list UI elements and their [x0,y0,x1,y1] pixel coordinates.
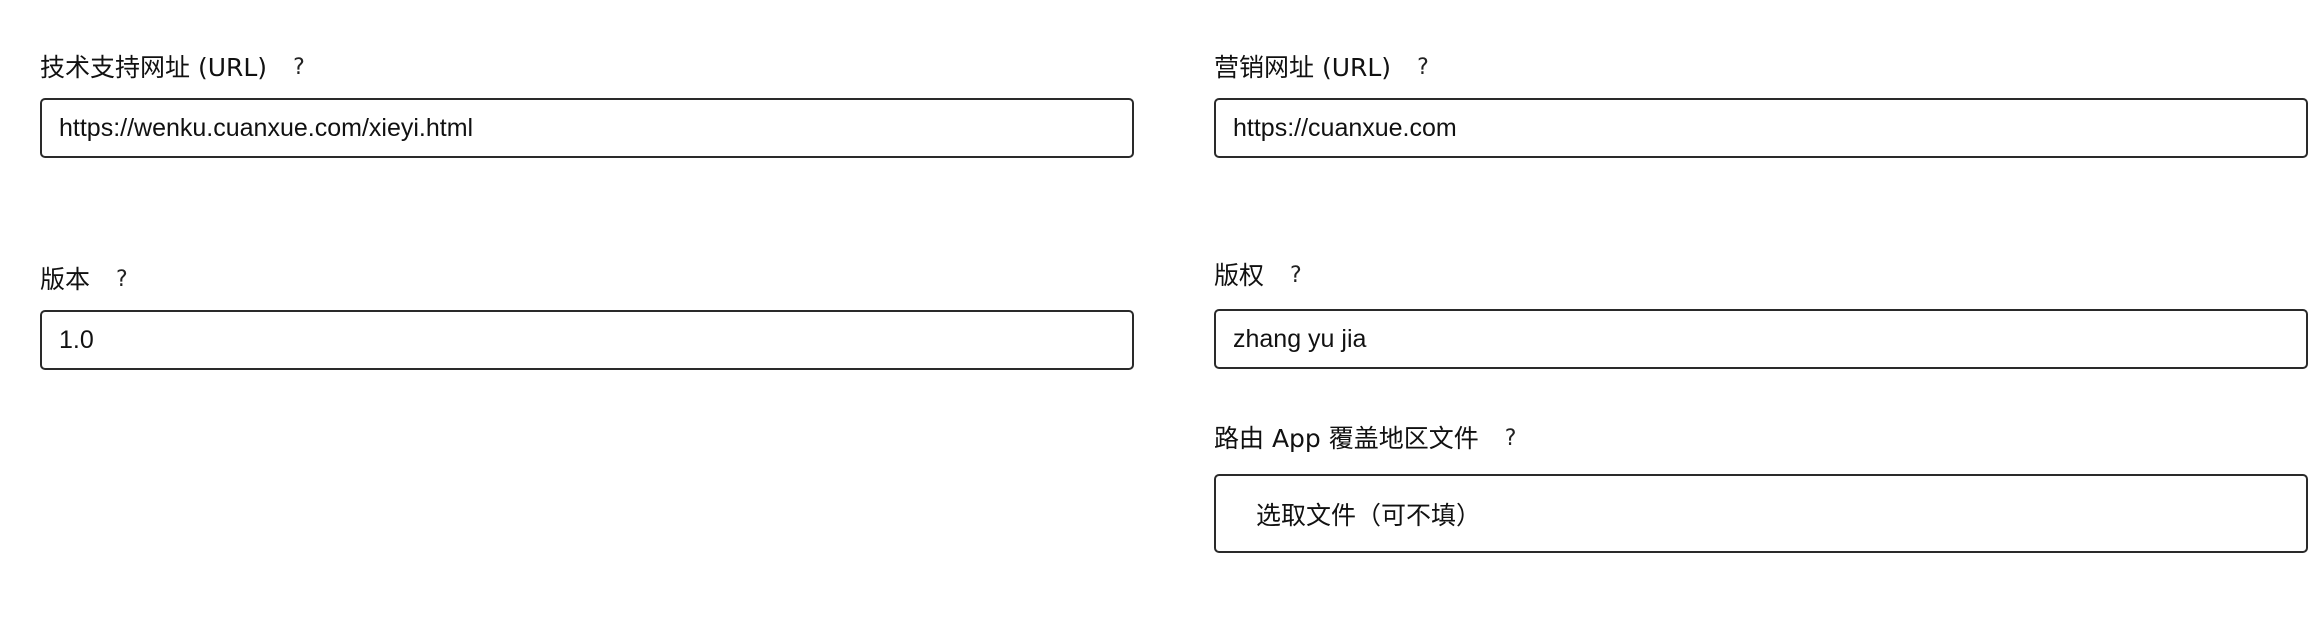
copyright-label: 版权 [1214,261,1265,290]
copyright-label-row: 版权 ? [1214,256,1302,296]
support-url-label-row: 技术支持网址 (URL) ? [40,48,305,88]
version-label-row: 版本 ? [40,260,128,300]
marketing-url-input[interactable] [1214,98,2308,158]
marketing-url-help-icon[interactable]: ? [1417,48,1429,88]
version-field: 版本 ? [40,260,128,300]
copyright-help-icon[interactable]: ? [1290,256,1302,296]
support-url-help-icon[interactable]: ? [293,48,305,88]
version-input[interactable] [40,310,1134,370]
copyright-input[interactable] [1214,309,2308,369]
routing-file-label-row: 路由 App 覆盖地区文件 ? [1214,419,1516,459]
support-url-field: 技术支持网址 (URL) ? [40,48,305,88]
routing-file-label: 路由 App 覆盖地区文件 [1214,424,1479,453]
marketing-url-field: 营销网址 (URL) ? [1214,48,1429,88]
version-help-icon[interactable]: ? [116,260,128,300]
marketing-url-label-row: 营销网址 (URL) ? [1214,48,1429,88]
choose-file-label: 选取文件（可不填） [1256,500,1482,530]
support-url-input[interactable] [40,98,1134,158]
routing-file-field: 路由 App 覆盖地区文件 ? [1214,419,1516,459]
version-label: 版本 [40,265,91,294]
marketing-url-label: 营销网址 (URL) [1214,53,1392,82]
routing-file-help-icon[interactable]: ? [1505,419,1517,459]
copyright-field: 版权 ? [1214,256,1302,296]
support-url-label: 技术支持网址 (URL) [40,53,268,82]
choose-file-button[interactable]: 选取文件（可不填） [1214,474,2308,553]
